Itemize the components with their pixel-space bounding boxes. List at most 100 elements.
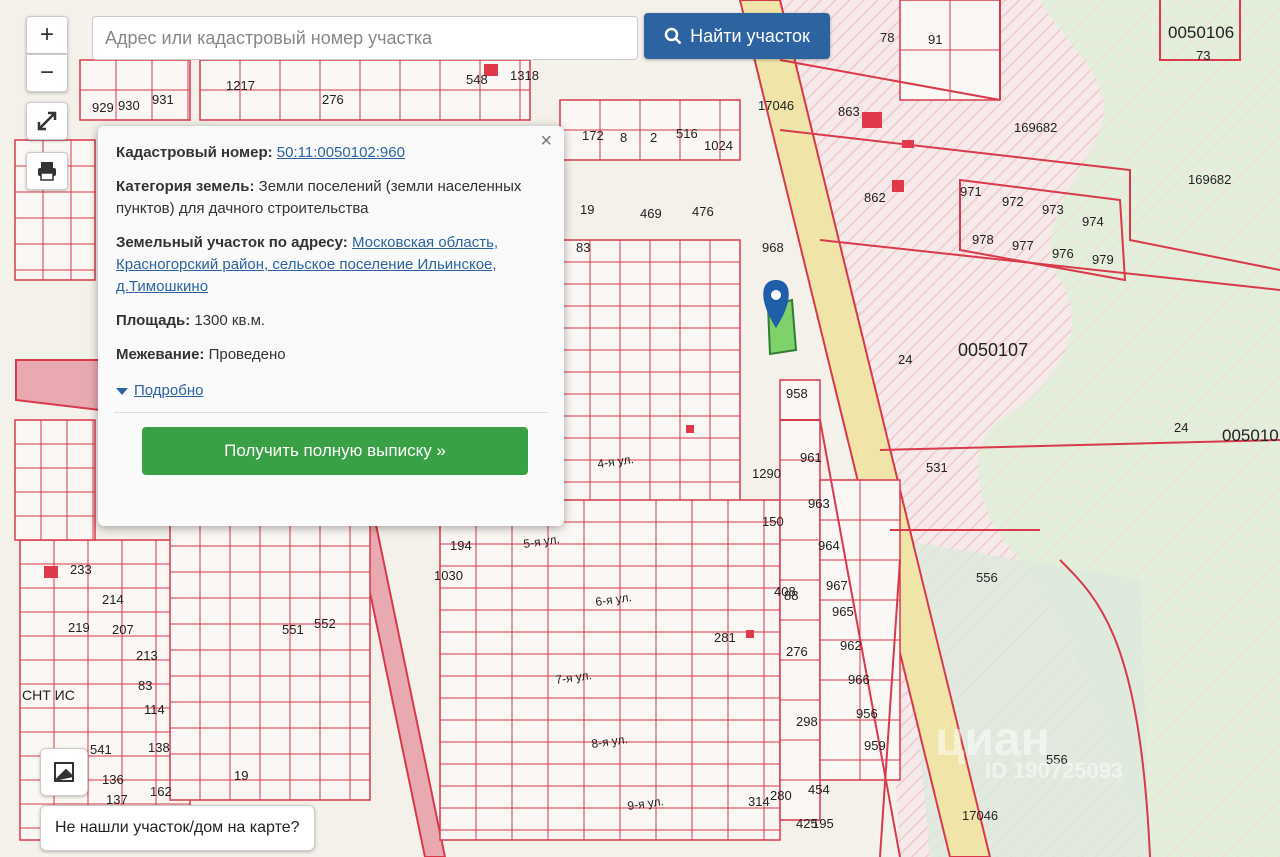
parcel-number-label: 314	[748, 794, 770, 809]
quarter-label: 005010	[1222, 426, 1279, 445]
parcel-number-label: 78	[880, 30, 894, 45]
divider	[114, 412, 548, 413]
parcel-number-label: 298	[796, 714, 818, 729]
get-full-extract-button[interactable]: Получить полную выписку »	[142, 427, 528, 475]
parcel-number-label: 1030	[434, 568, 463, 583]
area-label: Площадь:	[116, 312, 191, 329]
parcel-number-label: 531	[926, 460, 948, 475]
parcel-number-label: 169682	[1014, 120, 1057, 135]
parcel-number-label: 963	[808, 496, 830, 511]
cadastral-label: Кадастровый номер:	[116, 144, 273, 161]
survey-value: Проведено	[208, 346, 286, 363]
zoom-in-button[interactable]: +	[26, 16, 68, 54]
parcel-number-label: 281	[714, 630, 736, 645]
map-layers-button[interactable]	[40, 748, 88, 796]
parcel-number-label: 552	[314, 616, 336, 631]
parcel-number-label: 964	[818, 538, 840, 553]
parcel-number-label: 959	[864, 738, 886, 753]
parcel-number-label: 1217	[226, 78, 255, 93]
parcel-number-label: 280	[770, 788, 792, 803]
parcel-number-label: 476	[692, 204, 714, 219]
snt-label: СНТ ИС	[22, 687, 75, 703]
cadastral-number-link[interactable]: 50:11:0050102:960	[277, 144, 405, 161]
quarter-label: 0050106	[1168, 23, 1234, 42]
parcel-block	[169, 519, 371, 801]
parcel-number-label: 929	[92, 100, 114, 115]
parcel-number-label: 971	[960, 184, 982, 199]
parcel-number-label: 541	[90, 742, 112, 757]
parcel-number-label: 207	[112, 622, 134, 637]
parcel-number-label: 966	[848, 672, 870, 687]
parcel-number-label: 83	[576, 240, 590, 255]
parcel-number-label: 172	[582, 128, 604, 143]
parcel-number-label: 19	[234, 768, 248, 783]
parcel-info-popup: × Кадастровый номер: 50:11:0050102:960 К…	[98, 126, 564, 526]
parcel-number-label: 233	[70, 562, 92, 577]
parcel-number-label: 962	[840, 638, 862, 653]
parcel-number-label: 967	[826, 578, 848, 593]
parcel-number-label: 88	[784, 588, 798, 603]
parcel-number-label: 19	[580, 202, 594, 217]
search-input[interactable]	[92, 16, 638, 60]
parcel-number-label: 138	[148, 740, 170, 755]
watermark-id: ID 190725093	[985, 758, 1123, 783]
parcel-number-label: 150	[762, 514, 784, 529]
category-label: Категория земель:	[116, 178, 255, 195]
area-row: Площадь: 1300 кв.м.	[116, 310, 546, 332]
area-value: 1300 кв.м.	[194, 312, 266, 329]
parcel-number-label: 24	[898, 352, 912, 367]
parcel-number-label: 469	[640, 206, 662, 221]
parcel-number-label: 931	[152, 92, 174, 107]
parcel-number-label: 958	[786, 386, 808, 401]
parcel-number-label: 516	[676, 126, 698, 141]
parcel-number-label: 454	[808, 782, 830, 797]
close-icon[interactable]: ×	[540, 130, 552, 152]
parcel-number-label: 24	[1174, 420, 1188, 435]
minus-icon: −	[39, 59, 54, 86]
land-category-row: Категория земель: Земли поселений (земли…	[116, 176, 546, 220]
parcel-number-label: 2	[650, 130, 657, 145]
parcel-number-label: 114	[144, 702, 165, 717]
parcel-number-label: 214	[102, 592, 124, 607]
parcel-number-label: 194	[450, 538, 472, 553]
parcel-number-label: 276	[322, 92, 344, 107]
details-link: Подробно	[134, 382, 204, 399]
plus-icon: +	[39, 21, 54, 48]
parcel-number-label: 83	[138, 678, 152, 693]
parcel-number-label: 1024	[704, 138, 733, 153]
parcel-number-label: 965	[832, 604, 854, 619]
parcel-number-label: 276	[786, 644, 808, 659]
parcel-number-label: 862	[864, 190, 886, 205]
address-label: Земельный участок по адресу:	[116, 234, 348, 251]
parcel-number-label: 968	[762, 240, 784, 255]
parcel-number-label: 863	[838, 104, 860, 119]
fullscreen-button[interactable]	[26, 102, 68, 140]
zoom-out-button[interactable]: −	[26, 54, 68, 92]
address-row: Земельный участок по адресу: Московская …	[116, 232, 546, 298]
parcel-number-label: 425	[796, 816, 818, 831]
parcel-block	[14, 419, 96, 541]
parcel-number-label: 548	[466, 72, 488, 87]
details-toggle[interactable]: Подробно	[116, 380, 203, 402]
parcel-number-label: 976	[1052, 246, 1074, 261]
parcel-number-label: 162	[150, 784, 172, 799]
parcel-number-label: 136	[102, 772, 124, 787]
printer-icon	[38, 162, 56, 181]
parcel-number-label: 961	[800, 450, 822, 465]
parcel-number-label: 973	[1042, 202, 1064, 217]
search-icon	[664, 27, 682, 45]
parcel-number-label: 213	[136, 648, 158, 663]
parcel-number-label: 1318	[510, 68, 539, 83]
parcel-number-label: 169682	[1188, 172, 1231, 187]
parcel-number-label: 972	[1002, 194, 1024, 209]
parcel-block	[439, 499, 781, 841]
parcel-number-label: 73	[1196, 48, 1210, 63]
print-button[interactable]	[26, 152, 68, 190]
parcel-number-label: 17046	[962, 808, 998, 823]
parcel-number-label: 91	[928, 32, 942, 47]
search-button[interactable]: Найти участок	[644, 13, 830, 59]
parcel-number-label: 1290	[752, 466, 781, 481]
parcel-number-label: 979	[1092, 252, 1114, 267]
parcel-number-label: 977	[1012, 238, 1034, 253]
not-found-button[interactable]: Не нашли участок/дом на карте?	[40, 805, 315, 851]
